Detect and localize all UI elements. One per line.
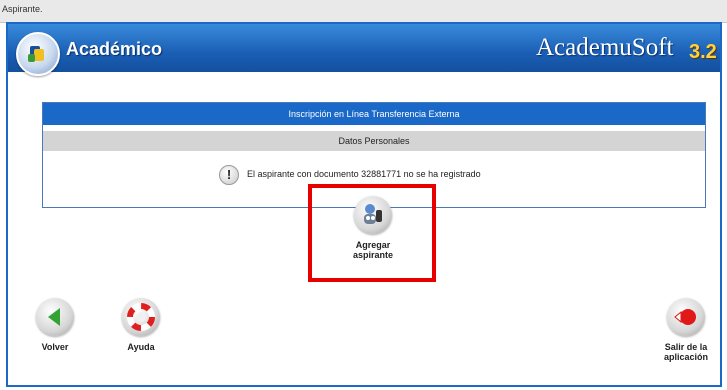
module-title: Académico: [66, 39, 163, 59]
lifebuoy-icon: [122, 298, 160, 336]
back-arrow-icon: [36, 298, 74, 336]
add-applicant-button[interactable]: Agregar aspirante: [338, 196, 408, 260]
add-applicant-label: Agregar aspirante: [352, 240, 394, 260]
module-logo-icon: [16, 32, 60, 76]
window-title: Aspirante.: [2, 4, 43, 14]
form-title: Inscripción en Línea Transferencia Exter…: [43, 103, 705, 125]
back-label: Volver: [41, 342, 69, 352]
app-header: Académico AcademuSoft 3.2: [8, 24, 720, 76]
exit-icon: [667, 298, 705, 336]
warning-icon: !: [219, 165, 239, 185]
status-message-text: El aspirante con documento 32881771 no s…: [247, 169, 481, 179]
form-section-title: Datos Personales: [43, 131, 705, 151]
help-label: Ayuda: [127, 342, 155, 352]
brand-version: 3.2: [689, 41, 717, 63]
brand-name: AcademuSoft: [536, 34, 674, 61]
window-titlebar: Aspirante.: [0, 0, 727, 23]
back-button[interactable]: Volver: [30, 298, 80, 352]
status-message: ! El aspirante con documento 32881771 no…: [43, 165, 705, 185]
exit-button[interactable]: Salir de la aplicación: [658, 298, 714, 362]
exit-label: Salir de la aplicación: [663, 342, 708, 362]
add-user-icon: [354, 196, 392, 234]
help-button[interactable]: Ayuda: [116, 298, 166, 352]
app-frame: Académico AcademuSoft 3.2 Inscripción en…: [6, 22, 722, 387]
